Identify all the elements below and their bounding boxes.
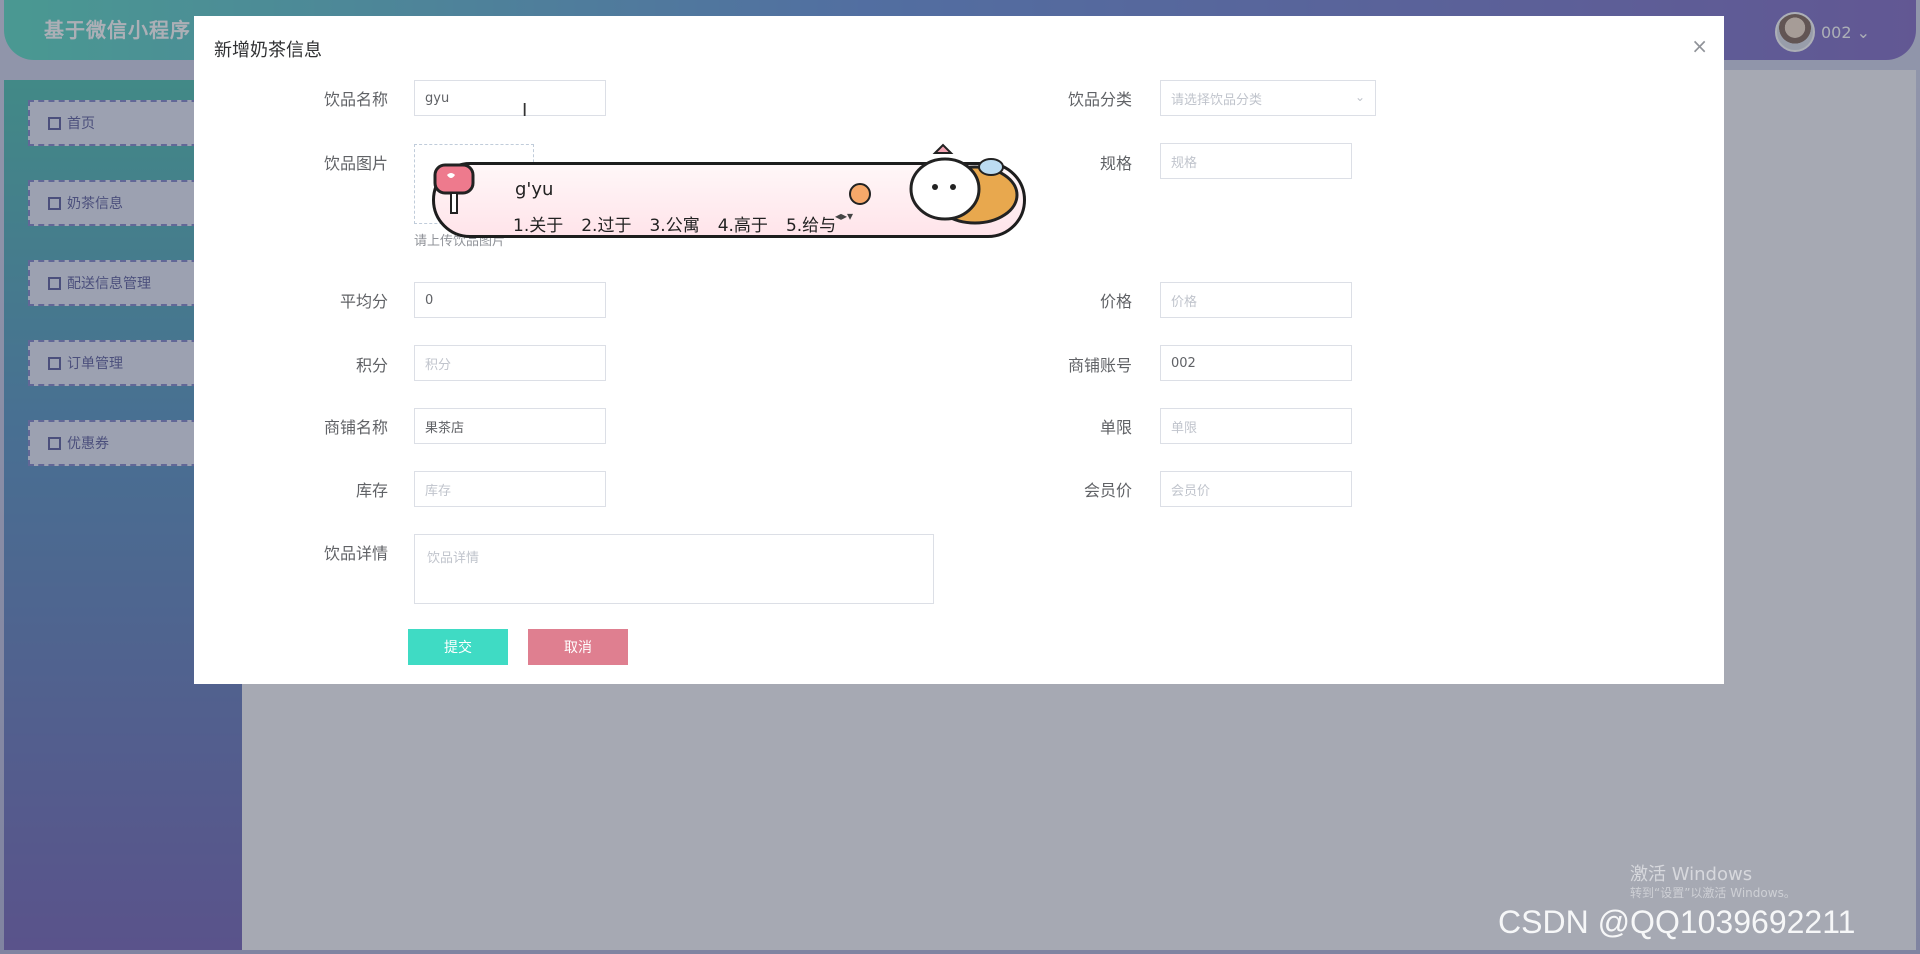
member-price-label: 会员价	[1083, 481, 1132, 500]
ime-candidate-window: g'yu 1.关于 2.过于 3.公寓 4.高于 5.给与 ◂▸▾	[432, 143, 1026, 238]
price-label: 价格	[1099, 292, 1132, 311]
close-icon[interactable]: ×	[1691, 34, 1708, 58]
limit-input[interactable]: 单限	[1160, 408, 1352, 444]
avg-score-input[interactable]: 0	[414, 282, 606, 318]
ime-candidate[interactable]: 1.关于	[513, 211, 563, 236]
chevron-down-icon: ⌄	[1354, 90, 1365, 104]
name-label: 饮品名称	[323, 90, 388, 109]
details-textarea[interactable]: 饮品详情	[414, 534, 934, 604]
image-label: 饮品图片	[323, 154, 388, 173]
puppy-mascot-icon	[909, 143, 1019, 225]
name-input[interactable]: gyu	[414, 80, 606, 116]
cancel-button[interactable]: 取消	[528, 629, 628, 665]
dialog-title: 新增奶茶信息	[214, 40, 322, 61]
ime-candidate[interactable]: 3.公寓	[649, 211, 699, 236]
points-input[interactable]: 积分	[414, 345, 606, 381]
ime-candidate[interactable]: 5.给与	[786, 211, 836, 236]
points-label: 积分	[355, 356, 388, 375]
spec-input[interactable]: 规格	[1160, 143, 1352, 179]
limit-label: 单限	[1099, 418, 1132, 437]
page-arrows-icon[interactable]: ◂▸▾	[835, 209, 853, 223]
csdn-watermark: CSDN @QQ1039692211	[1498, 904, 1856, 940]
submit-button[interactable]: 提交	[408, 629, 508, 665]
ime-pinyin: g'yu	[515, 179, 554, 200]
ime-candidate[interactable]: 4.高于	[718, 211, 768, 236]
fox-icon	[849, 183, 871, 205]
windows-activation-text: 激活 Windows	[1630, 864, 1753, 885]
category-label: 饮品分类	[1067, 90, 1132, 109]
windows-activation-subtext: 转到“设置”以激活 Windows。	[1630, 886, 1796, 900]
category-select[interactable]: 请选择饮品分类 ⌄	[1160, 80, 1376, 116]
member-price-input[interactable]: 会员价	[1160, 471, 1352, 507]
mailbox-icon	[433, 163, 475, 214]
text-cursor-icon: I	[522, 100, 528, 121]
add-milktea-dialog: 新增奶茶信息 × 饮品名称 gyu I 饮品图片 请上传饮品图片 平均分 0 积…	[194, 16, 1724, 684]
shop-name-label: 商铺名称	[323, 418, 388, 437]
shop-account-label: 商铺账号	[1067, 356, 1132, 375]
shop-account-input[interactable]: 002	[1160, 345, 1352, 381]
ime-candidate[interactable]: 2.过于	[581, 211, 631, 236]
price-input[interactable]: 价格	[1160, 282, 1352, 318]
stock-input[interactable]: 库存	[414, 471, 606, 507]
avg-score-label: 平均分	[339, 292, 388, 311]
stock-label: 库存	[355, 481, 388, 500]
category-select-value: 请选择饮品分类	[1171, 92, 1263, 108]
shop-name-input[interactable]: 果茶店	[414, 408, 606, 444]
ime-candidates: 1.关于 2.过于 3.公寓 4.高于 5.给与	[513, 211, 836, 236]
details-label: 饮品详情	[323, 544, 388, 563]
